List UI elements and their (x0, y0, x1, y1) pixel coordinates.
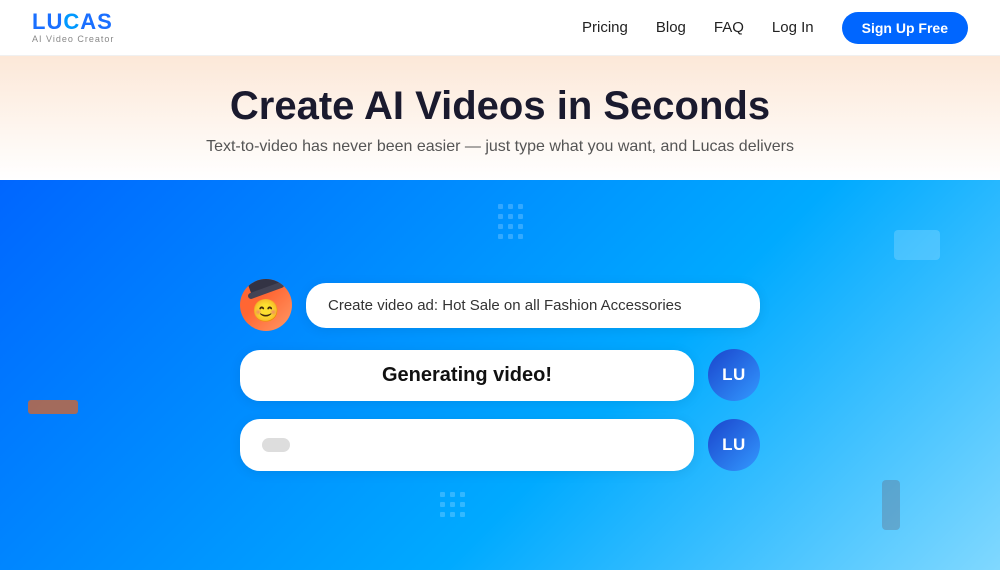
deco-rect-top-right (894, 230, 940, 260)
nav-link-blog[interactable]: Blog (656, 19, 686, 36)
user-message-row: 😊 Create video ad: Hot Sale on all Fashi… (240, 279, 760, 331)
signup-button[interactable]: Sign Up Free (842, 12, 968, 44)
input-row: LU (240, 419, 760, 471)
nav-link-login[interactable]: Log In (772, 19, 814, 36)
hero-header: Create AI Videos in Seconds Text-to-vide… (0, 56, 1000, 180)
input-bubble[interactable] (240, 419, 694, 471)
deco-rect-left (28, 400, 78, 414)
hero-subtitle: Text-to-video has never been easier — ju… (20, 138, 980, 156)
bot-bubble: Generating video! (240, 350, 694, 401)
bot-avatar: LU (708, 349, 760, 401)
deco-dots-top (498, 204, 534, 252)
logo: LUCAS AI Video Creator (32, 11, 114, 44)
nav-link-pricing[interactable]: Pricing (582, 19, 628, 36)
user-avatar: 😊 (240, 279, 292, 331)
user-bubble: Create video ad: Hot Sale on all Fashion… (306, 283, 760, 328)
chat-area: 😊 Create video ad: Hot Sale on all Fashi… (240, 279, 760, 471)
deco-rect-bottom-right (882, 480, 900, 530)
avatar-hat (246, 279, 280, 296)
input-loader (262, 438, 290, 452)
deco-dots-bottom (440, 492, 476, 540)
main-section: 😊 Create video ad: Hot Sale on all Fashi… (0, 180, 1000, 570)
logo-text: LUCAS (32, 11, 114, 33)
navbar: LUCAS AI Video Creator Pricing Blog FAQ … (0, 0, 1000, 56)
nav-links: Pricing Blog FAQ Log In Sign Up Free (582, 12, 968, 44)
hero-title: Create AI Videos in Seconds (20, 84, 980, 128)
logo-subtitle: AI Video Creator (32, 35, 114, 44)
nav-link-faq[interactable]: FAQ (714, 19, 744, 36)
bot-avatar-2: LU (708, 419, 760, 471)
bot-message-row: Generating video! LU (240, 349, 760, 401)
